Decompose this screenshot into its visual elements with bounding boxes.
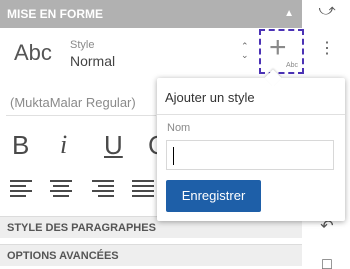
style-label: Style <box>70 39 95 51</box>
style-value: Normal <box>70 53 116 69</box>
align-right-icon[interactable] <box>92 176 116 200</box>
align-center-icon[interactable] <box>50 176 74 200</box>
paint-icon[interactable]: ⤻ <box>316 0 338 22</box>
add-style-preview: Abc <box>285 62 298 69</box>
section-paragraph-label: STYLE DES PARAGRAPHES <box>7 222 156 234</box>
save-button[interactable]: Enregistrer <box>166 180 261 212</box>
italic-button[interactable]: i <box>60 130 67 160</box>
popup-divider <box>157 114 345 115</box>
up-down-arrows-icon[interactable]: ⌃ ⌄ <box>241 42 249 60</box>
plus-icon: + <box>269 31 287 64</box>
scatter-icon[interactable]: ⋮ <box>316 38 338 60</box>
section-advanced-label: OPTIONS AVANCÉES <box>7 250 119 262</box>
align-justify-icon[interactable] <box>132 176 156 200</box>
style-name-input[interactable] <box>166 140 334 170</box>
underline-button[interactable]: U <box>104 130 123 161</box>
name-label: Nom <box>167 122 191 134</box>
font-value: (MuktaMalar Regular) <box>10 95 136 110</box>
style-preview: Abc <box>14 40 52 65</box>
panel-title: MISE EN FORME <box>7 7 104 21</box>
add-style-popup: Ajouter un style Nom Enregistrer <box>157 69 345 221</box>
align-left-icon[interactable] <box>10 176 34 200</box>
page-icon[interactable]: □ <box>316 254 338 269</box>
add-style-button[interactable]: + Abc <box>259 29 304 74</box>
section-advanced-options[interactable]: OPTIONS AVANCÉES <box>0 244 302 266</box>
text-cursor <box>173 147 174 165</box>
bold-button[interactable]: B <box>12 130 29 161</box>
style-selector[interactable]: Abc Style Normal ⌃ ⌄ <box>0 28 302 80</box>
alignment-toolbar <box>0 176 160 206</box>
font-selector[interactable]: (MuktaMalar Regular) <box>6 90 156 116</box>
chevron-up-icon[interactable]: ▲ <box>284 0 294 28</box>
panel-header[interactable]: MISE EN FORME ▲ <box>0 0 302 28</box>
popup-title: Ajouter un style <box>165 90 255 105</box>
